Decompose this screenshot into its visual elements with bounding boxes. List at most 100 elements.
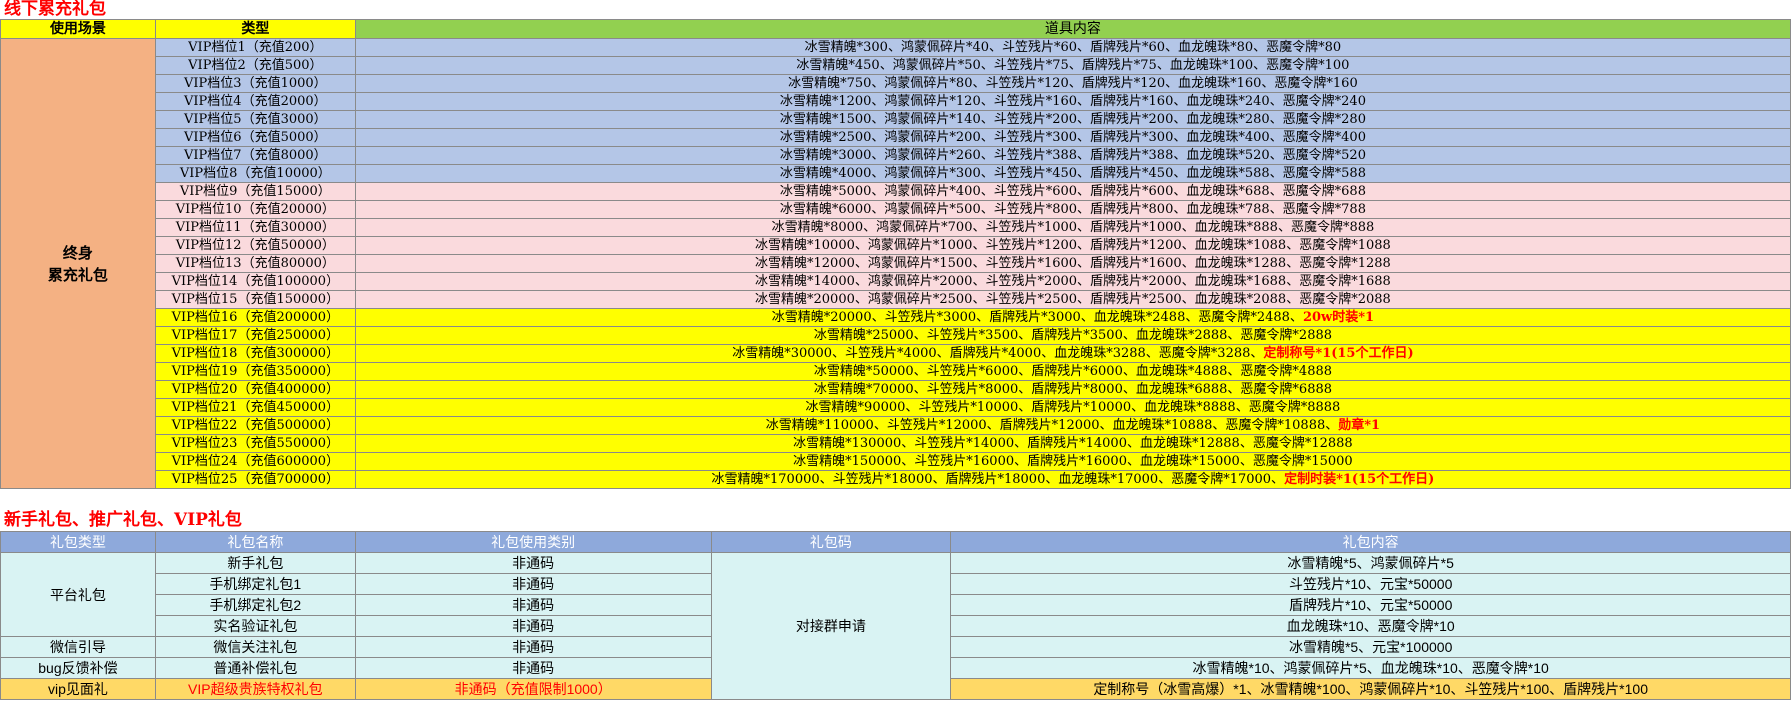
table-row: VIP档位3（充值1000） 冰雪精魄*750、鸿蒙佩碎片*80、斗笠残片*120… <box>1 74 1791 93</box>
items-text: 冰雪精魄*1500、鸿蒙佩碎片*140、斗笠残片*200、盾牌残片*200、血龙… <box>779 112 1366 127</box>
items-cell: 冰雪精魄*20000、斗笠残片*3000、盾牌残片*3000、血龙魄珠*2488… <box>354 308 1791 327</box>
items-text: 冰雪精魄*50000、斗笠残片*6000、盾牌残片*6000、血龙魄珠*4888… <box>813 364 1333 379</box>
usage-cell: 非通码 <box>354 657 712 679</box>
items-cell: 冰雪精魄*300、鸿蒙佩碎片*40、斗笠残片*60、盾牌残片*60、血龙魄珠*8… <box>354 38 1791 57</box>
items-text: 冰雪精魄*8000、鸿蒙佩碎片*700、斗笠残片*1000、盾牌残片*1000、… <box>771 220 1375 235</box>
header-row: 使用场景 类型 道具内容 <box>0 19 1791 39</box>
gift-name-cell: 实名验证礼包 <box>154 615 356 637</box>
table-row: VIP档位19（充值350000） 冰雪精魄*50000、斗笠残片*6000、盾牌… <box>1 362 1791 381</box>
vip-tier-cell: VIP档位17（充值250000） <box>154 326 356 345</box>
gift-content-cell: 冰雪精魄*10、鸿蒙佩碎片*5、血龙魄珠*10、恶魔令牌*10 <box>950 657 1791 679</box>
special-reward-text: 20w时装*1 <box>1302 310 1375 325</box>
table-row: VIP档位7（充值8000） 冰雪精魄*3000、鸿蒙佩碎片*260、斗笠残片*3… <box>1 146 1791 165</box>
vip-tier-cell: VIP档位21（充值450000） <box>154 398 356 417</box>
header-items: 道具内容 <box>354 19 1791 39</box>
items-cell: 冰雪精魄*8000、鸿蒙佩碎片*700、斗笠残片*1000、盾牌残片*1000、… <box>354 218 1791 237</box>
items-cell: 冰雪精魄*130000、斗笠残片*14000、盾牌残片*14000、血龙魄珠*1… <box>354 434 1791 453</box>
gift-content-cell: 冰雪精魄*5、元宝*100000 <box>950 636 1791 658</box>
table-row: VIP档位4（充值2000） 冰雪精魄*1200、鸿蒙佩碎片*120、斗笠残片*1… <box>1 92 1791 111</box>
offline-recharge-table: 使用场景 类型 道具内容 终身 累充礼包 VIP档位1（充值200） 冰雪精魄*300… <box>0 19 1791 489</box>
special-reward-text: 勋章*1 <box>1338 418 1381 433</box>
usage-cell: 非通码（充值限制1000） <box>354 678 712 700</box>
table-row: VIP档位14（充值100000） 冰雪精魄*14000、鸿蒙佩碎片*2000、斗… <box>1 272 1791 291</box>
items-cell: 冰雪精魄*1200、鸿蒙佩碎片*120、斗笠残片*160、盾牌残片*160、血龙… <box>354 92 1791 111</box>
header-usage: 礼包使用类别 <box>354 531 712 553</box>
table-row: VIP档位10（充值20000） 冰雪精魄*6000、鸿蒙佩碎片*500、斗笠残片… <box>1 200 1791 219</box>
items-cell: 冰雪精魄*6000、鸿蒙佩碎片*500、斗笠残片*800、盾牌残片*800、血龙… <box>354 200 1791 219</box>
vip-tier-cell: VIP档位5（充值3000） <box>154 110 356 129</box>
vip-tier-cell: VIP档位10（充值20000） <box>154 200 356 219</box>
items-cell: 冰雪精魄*14000、鸿蒙佩碎片*2000、斗笠残片*2000、盾牌残片*200… <box>354 272 1791 291</box>
items-cell: 冰雪精魄*12000、鸿蒙佩碎片*1500、斗笠残片*1600、盾牌残片*160… <box>354 254 1791 273</box>
items-text: 冰雪精魄*5000、鸿蒙佩碎片*400、斗笠残片*600、盾牌残片*600、血龙… <box>779 184 1366 199</box>
items-text: 冰雪精魄*170000、斗笠残片*18000、盾牌残片*18000、血龙魄珠*1… <box>711 472 1285 487</box>
items-text: 冰雪精魄*150000、斗笠残片*16000、盾牌残片*16000、血龙魄珠*1… <box>793 454 1353 469</box>
items-text: 冰雪精魄*6000、鸿蒙佩碎片*500、斗笠残片*800、盾牌残片*800、血龙… <box>779 202 1366 217</box>
items-text: 冰雪精魄*130000、斗笠残片*14000、盾牌残片*14000、血龙魄珠*1… <box>793 436 1353 451</box>
table-row: VIP档位20（充值400000） 冰雪精魄*70000、斗笠残片*8000、盾牌… <box>1 380 1791 399</box>
vip-tier-cell: VIP档位9（充值15000） <box>154 182 356 201</box>
items-text: 冰雪精魄*110000、斗笠残片*12000、盾牌残片*12000、血龙魄珠*1… <box>765 418 1339 433</box>
usage-cell: 非通码 <box>354 573 712 595</box>
gift-content-cell: 定制称号（冰雪高爆）*1、冰雪精魄*100、鸿蒙佩碎片*10、斗笠残片*100、… <box>950 678 1791 700</box>
table-row: VIP档位6（充值5000） 冰雪精魄*2500、鸿蒙佩碎片*200、斗笠残片*3… <box>1 128 1791 147</box>
items-text: 冰雪精魄*3000、鸿蒙佩碎片*260、斗笠残片*388、盾牌残片*388、血龙… <box>779 148 1366 163</box>
items-cell: 冰雪精魄*5000、鸿蒙佩碎片*400、斗笠残片*600、盾牌残片*600、血龙… <box>354 182 1791 201</box>
vip-tier-cell: VIP档位23（充值550000） <box>154 434 356 453</box>
items-cell: 冰雪精魄*25000、斗笠残片*3500、盾牌残片*3500、血龙魄珠*2888… <box>354 326 1791 345</box>
header-name: 礼包名称 <box>154 531 356 553</box>
gift-pack-table: 礼包类型 礼包名称 礼包使用类别 礼包码 礼包内容 平台礼包 新手礼包 非通码 对接群… <box>0 531 1791 700</box>
items-text: 冰雪精魄*750、鸿蒙佩碎片*80、斗笠残片*120、盾牌残片*120、血龙魄珠… <box>788 76 1358 91</box>
items-text: 冰雪精魄*4000、鸿蒙佩碎片*300、斗笠残片*450、盾牌残片*450、血龙… <box>779 166 1366 181</box>
items-cell: 冰雪精魄*1500、鸿蒙佩碎片*140、斗笠残片*200、盾牌残片*200、血龙… <box>354 110 1791 129</box>
gift-name-cell: 手机绑定礼包2 <box>154 594 356 616</box>
gift-name-cell: 新手礼包 <box>154 552 356 574</box>
items-cell: 冰雪精魄*2500、鸿蒙佩碎片*200、斗笠残片*300、盾牌残片*300、血龙… <box>354 128 1791 147</box>
table-row: 平台礼包 新手礼包 非通码 对接群申请 冰雪精魄*5、鸿蒙佩碎片*5 <box>0 552 1791 700</box>
items-cell: 冰雪精魄*70000、斗笠残片*8000、盾牌残片*8000、血龙魄珠*6888… <box>354 380 1791 399</box>
items-cell: 冰雪精魄*150000、斗笠残片*16000、盾牌残片*16000、血龙魄珠*1… <box>354 452 1791 471</box>
special-reward-text: 定制称号*1(15个工作日) <box>1263 346 1414 361</box>
vip-tier-cell: VIP档位24（充值600000） <box>154 452 356 471</box>
gift-name-cell: 手机绑定礼包1 <box>154 573 356 595</box>
table-row: 终身 累充礼包 VIP档位1（充值200） 冰雪精魄*300、鸿蒙佩碎片*40、斗笠残… <box>0 38 1791 489</box>
items-cell: 冰雪精魄*20000、鸿蒙佩碎片*2500、斗笠残片*2500、盾牌残片*250… <box>354 290 1791 309</box>
items-cell: 冰雪精魄*4000、鸿蒙佩碎片*300、斗笠残片*450、盾牌残片*450、血龙… <box>354 164 1791 183</box>
vip-tier-cell: VIP档位15（充值150000） <box>154 290 356 309</box>
vip-tier-cell: VIP档位12（充值50000） <box>154 236 356 255</box>
vip-tier-cell: VIP档位18（充值300000） <box>154 344 356 363</box>
items-text: 冰雪精魄*300、鸿蒙佩碎片*40、斗笠残片*60、盾牌残片*60、血龙魄珠*8… <box>804 40 1342 55</box>
items-text: 冰雪精魄*20000、斗笠残片*3000、盾牌残片*3000、血龙魄珠*2488… <box>771 310 1303 325</box>
header-type: 类型 <box>154 19 356 39</box>
vip-tier-cell: VIP档位14（充值100000） <box>154 272 356 291</box>
table-row: VIP档位2（充值500） 冰雪精魄*450、鸿蒙佩碎片*50、斗笠残片*75、盾… <box>1 56 1791 75</box>
vip-tier-cell: VIP档位20（充值400000） <box>154 380 356 399</box>
items-cell: 冰雪精魄*90000、斗笠残片*10000、盾牌残片*10000、血龙魄珠*88… <box>354 398 1791 417</box>
items-cell: 冰雪精魄*750、鸿蒙佩碎片*80、斗笠残片*120、盾牌残片*120、血龙魄珠… <box>354 74 1791 93</box>
category-cell: vip见面礼 <box>0 678 156 700</box>
table-row: VIP档位8（充值10000） 冰雪精魄*4000、鸿蒙佩碎片*300、斗笠残片*… <box>1 164 1791 183</box>
vip-tier-cell: VIP档位3（充值1000） <box>154 74 356 93</box>
gift-name-cell: 微信关注礼包 <box>154 636 356 658</box>
table-row: VIP档位12（充值50000） 冰雪精魄*10000、鸿蒙佩碎片*1000、斗笠… <box>1 236 1791 255</box>
header-scene: 使用场景 <box>0 19 156 39</box>
items-cell: 冰雪精魄*50000、斗笠残片*6000、盾牌残片*6000、血龙魄珠*4888… <box>354 362 1791 381</box>
section-title-gift-packs: 新手礼包、推广礼包、VIP礼包 <box>4 510 242 530</box>
vip-tier-cell: VIP档位4（充值2000） <box>154 92 356 111</box>
category-cell: bug反馈补偿 <box>0 657 156 679</box>
items-cell: 冰雪精魄*10000、鸿蒙佩碎片*1000、斗笠残片*1200、盾牌残片*120… <box>354 236 1791 255</box>
table-row: VIP档位13（充值80000） 冰雪精魄*12000、鸿蒙佩碎片*1500、斗笠… <box>1 254 1791 273</box>
table-row: VIP档位16（充值200000） 冰雪精魄*20000、斗笠残片*3000、盾牌… <box>1 308 1791 327</box>
gift-content-cell: 斗笠残片*10、元宝*50000 <box>950 573 1791 595</box>
usage-cell: 非通码 <box>354 615 712 637</box>
vip-tier-cell: VIP档位22（充值500000） <box>154 416 356 435</box>
vip-tier-cell: VIP档位2（充值500） <box>154 56 356 75</box>
usage-cell: 非通码 <box>354 552 712 574</box>
gift-code-cell: 对接群申请 <box>710 552 952 700</box>
vip-tier-cell: VIP档位1（充值200） <box>154 38 356 57</box>
header-code: 礼包码 <box>710 531 952 553</box>
scene-label-line1: 终身 <box>62 243 93 262</box>
table-row: VIP档位9（充值15000） 冰雪精魄*5000、鸿蒙佩碎片*400、斗笠残片*… <box>1 182 1791 201</box>
header-row: 礼包类型 礼包名称 礼包使用类别 礼包码 礼包内容 <box>0 531 1791 553</box>
gift-content-cell: 冰雪精魄*5、鸿蒙佩碎片*5 <box>950 552 1791 574</box>
